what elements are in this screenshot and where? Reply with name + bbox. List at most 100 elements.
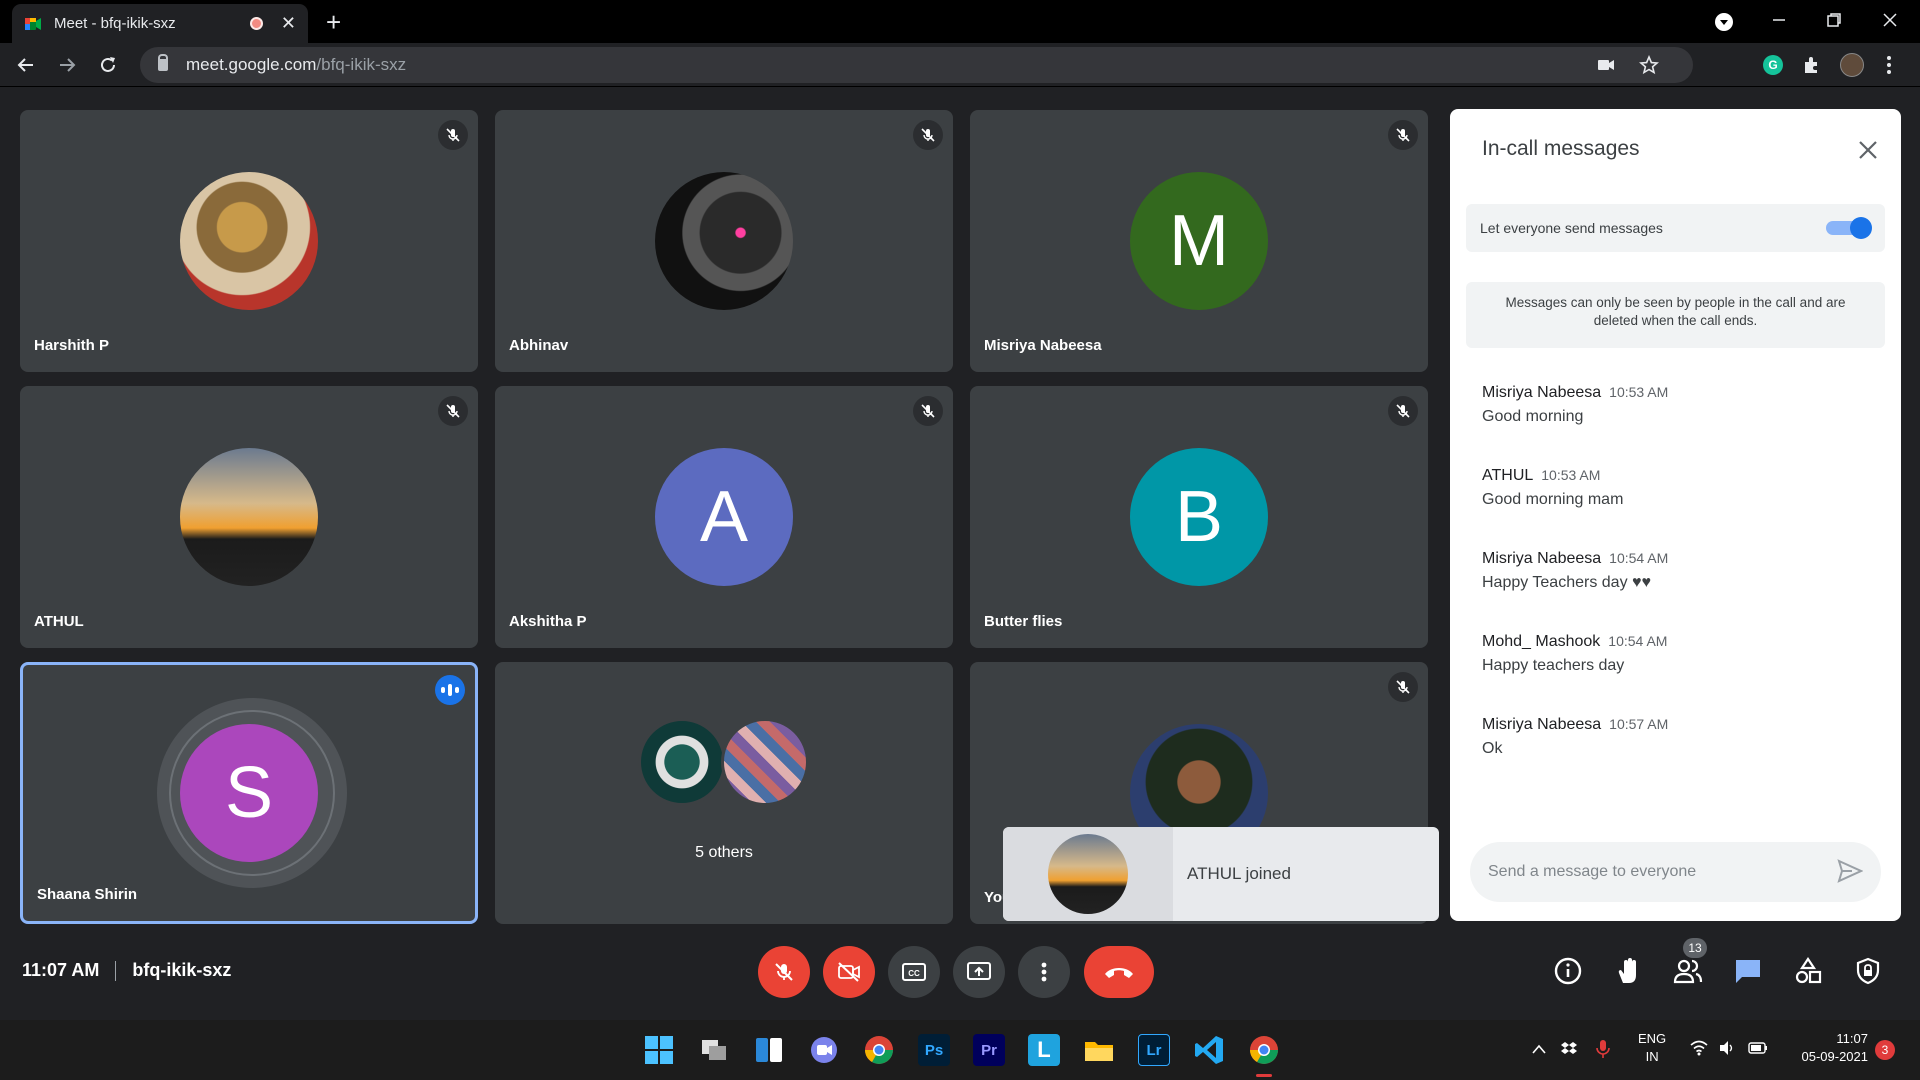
muted-mic-icon <box>438 120 468 150</box>
url-host: meet.google.com <box>186 55 317 74</box>
bookmark-star-icon[interactable] <box>1639 55 1659 75</box>
dropbox-icon[interactable] <box>1560 1040 1578 1058</box>
participant-tile-active-speaker[interactable]: S Shaana Shirin <box>20 662 478 924</box>
active-app-indicator <box>1256 1074 1272 1077</box>
notification-count-badge[interactable]: 3 <box>1875 1040 1895 1060</box>
message-sender: ATHUL <box>1482 467 1534 484</box>
participant-tile[interactable]: B Butter flies <box>970 386 1428 648</box>
close-panel-icon[interactable] <box>1857 139 1879 161</box>
send-icon[interactable] <box>1837 859 1863 883</box>
present-now-button[interactable] <box>953 946 1005 998</box>
browser-toolbar: meet.google.com/bfq-ikik-sxz G <box>0 43 1920 87</box>
file-explorer-icon[interactable] <box>1083 1034 1115 1066</box>
microphone-toggle-button[interactable] <box>758 946 810 998</box>
avatar <box>1048 834 1128 914</box>
windows-start-icon[interactable] <box>643 1034 675 1066</box>
window-close-icon[interactable] <box>1882 12 1898 28</box>
message-time: 10:53 AM <box>1609 384 1669 400</box>
grammarly-extension-icon[interactable]: G <box>1762 54 1784 76</box>
camera-toggle-button[interactable] <box>823 946 875 998</box>
volume-icon[interactable] <box>1718 1040 1736 1056</box>
captions-button[interactable]: CC <box>888 946 940 998</box>
chat-button[interactable] <box>1731 954 1765 988</box>
chrome-active-icon[interactable] <box>1248 1034 1280 1066</box>
photoshop-icon[interactable]: Ps <box>918 1034 950 1066</box>
chat-active-icon <box>1736 960 1760 983</box>
wifi-icon[interactable] <box>1690 1040 1708 1056</box>
message-sender: Misriya Nabeesa <box>1482 384 1602 401</box>
battery-icon[interactable] <box>1748 1041 1768 1055</box>
more-options-button[interactable] <box>1018 946 1070 998</box>
activities-button[interactable] <box>1791 954 1825 988</box>
others-count-label: 5 others <box>695 844 753 861</box>
participant-tile[interactable]: ATHUL <box>20 386 478 648</box>
others-tile[interactable]: 5 others <box>495 662 953 924</box>
raise-hand-button[interactable] <box>1611 954 1645 988</box>
tab-title: Meet - bfq-ikik-sxz <box>54 15 176 32</box>
clock-time: 11:07 <box>1836 1031 1868 1046</box>
lang-code: ENG <box>1638 1031 1667 1046</box>
premiere-pro-icon[interactable]: Pr <box>973 1034 1005 1066</box>
l-app-icon[interactable]: L <box>1028 1034 1060 1066</box>
system-clock[interactable]: 11:07 05-09-2021 <box>1788 1030 1869 1066</box>
os-taskbar: Ps Pr L Lr ENG IN 11:07 05-09-2021 3 <box>0 1020 1920 1080</box>
message-sender: Mohd_ Mashook <box>1482 633 1601 650</box>
tray-mic-in-use-icon[interactable] <box>1596 1038 1610 1060</box>
vscode-icon[interactable] <box>1193 1034 1225 1066</box>
participant-name: ATHUL <box>34 613 84 630</box>
minimize-icon[interactable] <box>1771 12 1787 28</box>
extensions-puzzle-icon[interactable] <box>1802 55 1822 75</box>
tab-close-icon[interactable]: ✕ <box>281 13 296 34</box>
participant-tile[interactable]: A Akshitha P <box>495 386 953 648</box>
participant-tile[interactable]: Abhinav <box>495 110 953 372</box>
camera-in-use-icon[interactable] <box>1597 58 1615 72</box>
meeting-details-button[interactable] <box>1551 954 1585 988</box>
host-controls-button[interactable] <box>1851 954 1885 988</box>
people-button[interactable]: 13 <box>1671 938 1707 988</box>
task-view-icon[interactable] <box>698 1034 730 1066</box>
toast-text: ATHUL joined <box>1187 864 1291 883</box>
chat-message: Misriya Nabeesa 10:53 AM Good morning <box>1482 384 1668 426</box>
lightroom-icon[interactable]: Lr <box>1138 1034 1170 1066</box>
lock-icon <box>158 54 168 71</box>
chrome-icon[interactable] <box>863 1034 895 1066</box>
message-info-notice: Messages can only be seen by people in t… <box>1466 282 1885 348</box>
restore-icon[interactable] <box>1826 12 1842 28</box>
participant-tile[interactable]: M Misriya Nabeesa <box>970 110 1428 372</box>
back-icon[interactable] <box>16 55 36 75</box>
browser-tab[interactable]: Meet - bfq-ikik-sxz ✕ <box>12 4 308 43</box>
forward-icon[interactable] <box>57 55 77 75</box>
muted-mic-icon <box>1388 120 1418 150</box>
participant-tile[interactable]: Harshith P <box>20 110 478 372</box>
in-call-messages-panel: In-call messages Let everyone send messa… <box>1450 109 1901 921</box>
url-path: /bfq-ikik-sxz <box>316 55 407 74</box>
language-indicator[interactable]: ENG IN <box>1638 1030 1666 1066</box>
participant-name: Harshith P <box>34 337 110 354</box>
message-sender: Misriya Nabeesa <box>1482 550 1602 567</box>
profile-dropdown-icon[interactable] <box>1714 12 1734 32</box>
camera-off-icon <box>838 962 860 982</box>
address-bar[interactable]: meet.google.com/bfq-ikik-sxz <box>140 47 1693 83</box>
message-input[interactable] <box>1488 863 1818 881</box>
tray-chevron-up-icon[interactable] <box>1532 1044 1546 1054</box>
muted-mic-icon <box>1388 672 1418 702</box>
let-everyone-send-toggle-row[interactable]: Let everyone send messages <box>1466 204 1885 252</box>
muted-mic-icon <box>913 120 943 150</box>
avatar-letter: B <box>1130 448 1268 586</box>
browser-menu-icon[interactable] <box>1886 55 1892 75</box>
meet-favicon-icon <box>25 17 41 30</box>
profile-avatar[interactable] <box>1840 53 1864 77</box>
leave-call-button[interactable] <box>1084 946 1154 998</box>
teams-chat-icon[interactable] <box>808 1034 840 1066</box>
people-icon <box>1673 959 1703 984</box>
participant-name: Misriya Nabeesa <box>984 337 1102 354</box>
browser-tab-bar: Meet - bfq-ikik-sxz ✕ + <box>0 0 1920 43</box>
widgets-icon[interactable] <box>753 1034 785 1066</box>
message-time: 10:54 AM <box>1608 633 1668 649</box>
meeting-code[interactable]: bfq-ikik-sxz <box>132 960 231 980</box>
avatar-letter: M <box>1130 172 1268 310</box>
message-compose-box[interactable] <box>1470 842 1881 902</box>
reload-icon[interactable] <box>98 55 118 75</box>
new-tab-button[interactable]: + <box>326 7 341 38</box>
let-everyone-send-switch[interactable] <box>1826 217 1872 239</box>
